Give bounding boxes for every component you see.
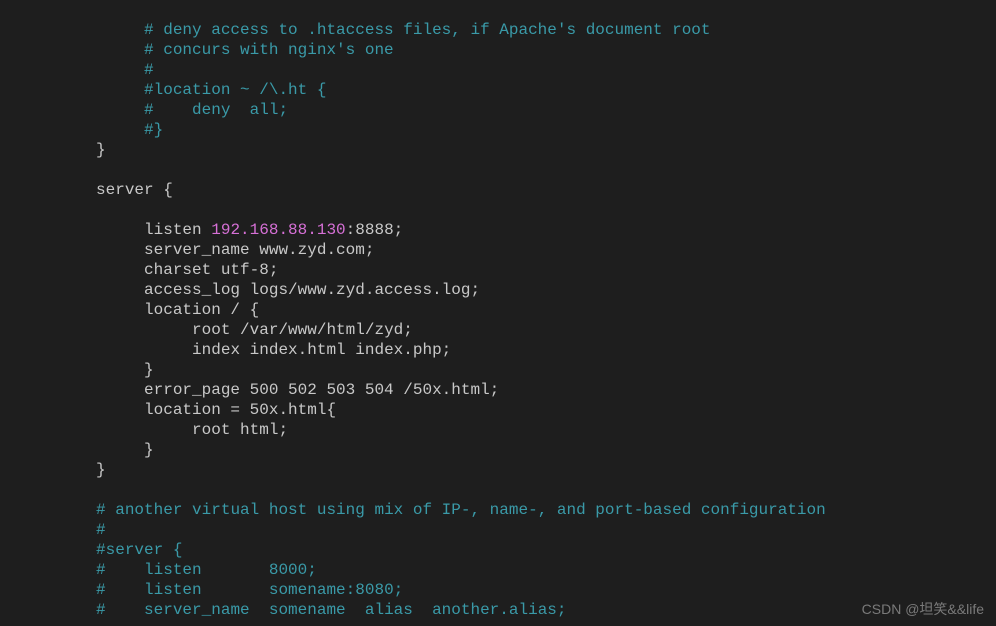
indent bbox=[48, 141, 96, 159]
code-line: # deny all; bbox=[48, 100, 996, 120]
indent bbox=[48, 101, 144, 119]
code-line bbox=[48, 160, 996, 180]
indent bbox=[48, 181, 96, 199]
code-token: location / { bbox=[144, 301, 259, 319]
code-line: listen 192.168.88.130:8888; bbox=[48, 220, 996, 240]
code-line: } bbox=[48, 460, 996, 480]
code-token: # deny access to .htaccess files, if Apa… bbox=[144, 21, 711, 39]
code-line: location / { bbox=[48, 300, 996, 320]
code-token: # bbox=[144, 61, 154, 79]
code-line: # bbox=[48, 60, 996, 80]
indent bbox=[48, 581, 96, 599]
code-line: #server { bbox=[48, 540, 996, 560]
code-token: #server { bbox=[96, 541, 182, 559]
code-line: # deny access to .htaccess files, if Apa… bbox=[48, 20, 996, 40]
code-line: } bbox=[48, 440, 996, 460]
code-token: } bbox=[96, 461, 106, 479]
indent bbox=[48, 301, 144, 319]
code-token: #location ~ /\.ht { bbox=[144, 81, 326, 99]
code-line: } bbox=[48, 360, 996, 380]
indent bbox=[48, 541, 96, 559]
code-line: charset utf-8; bbox=[48, 260, 996, 280]
indent bbox=[48, 61, 144, 79]
code-token: 192.168.88.130 bbox=[211, 221, 345, 239]
code-token: } bbox=[144, 441, 154, 459]
code-token: index index.html index.php; bbox=[192, 341, 451, 359]
code-token: #} bbox=[144, 121, 163, 139]
indent bbox=[48, 461, 96, 479]
indent bbox=[48, 321, 192, 339]
code-line bbox=[48, 480, 996, 500]
indent bbox=[48, 421, 192, 439]
code-token: root html; bbox=[192, 421, 288, 439]
code-token: access_log logs/www.zyd.access.log; bbox=[144, 281, 480, 299]
code-line: location = 50x.html{ bbox=[48, 400, 996, 420]
watermark-label: CSDN @坦笑&&life bbox=[862, 601, 984, 619]
code-line: # server_name somename alias another.ali… bbox=[48, 600, 996, 620]
code-token: charset utf-8; bbox=[144, 261, 278, 279]
code-token: server { bbox=[96, 181, 173, 199]
code-line: # bbox=[48, 520, 996, 540]
indent bbox=[48, 221, 144, 239]
code-line: server_name www.zyd.com; bbox=[48, 240, 996, 260]
code-line: error_page 500 502 503 504 /50x.html; bbox=[48, 380, 996, 400]
indent bbox=[48, 281, 144, 299]
indent bbox=[48, 381, 144, 399]
indent bbox=[48, 361, 144, 379]
code-line: # listen somename:8080; bbox=[48, 580, 996, 600]
code-line: # listen 8000; bbox=[48, 560, 996, 580]
code-line: root html; bbox=[48, 420, 996, 440]
code-line: } bbox=[48, 140, 996, 160]
code-token: # another virtual host using mix of IP-,… bbox=[96, 501, 826, 519]
code-token: root /var/www/html/zyd; bbox=[192, 321, 413, 339]
indent bbox=[48, 21, 144, 39]
indent bbox=[48, 261, 144, 279]
code-token: } bbox=[144, 361, 154, 379]
code-token: :8888; bbox=[346, 221, 404, 239]
code-line: server { bbox=[48, 180, 996, 200]
code-token: error_page 500 502 503 504 /50x.html; bbox=[144, 381, 499, 399]
code-token: # concurs with nginx's one bbox=[144, 41, 394, 59]
code-line: index index.html index.php; bbox=[48, 340, 996, 360]
indent bbox=[48, 561, 96, 579]
code-token: # listen somename:8080; bbox=[96, 581, 403, 599]
code-line: #} bbox=[48, 120, 996, 140]
indent bbox=[48, 41, 144, 59]
indent bbox=[48, 441, 144, 459]
indent bbox=[48, 241, 144, 259]
code-line bbox=[48, 200, 996, 220]
code-token: # bbox=[96, 521, 106, 539]
code-token: # deny all; bbox=[144, 101, 288, 119]
code-line: # concurs with nginx's one bbox=[48, 40, 996, 60]
code-line: root /var/www/html/zyd; bbox=[48, 320, 996, 340]
code-token: listen bbox=[144, 221, 211, 239]
indent bbox=[48, 401, 144, 419]
code-token: server_name www.zyd.com; bbox=[144, 241, 374, 259]
indent bbox=[48, 81, 144, 99]
code-token: location = 50x.html{ bbox=[144, 401, 336, 419]
indent bbox=[48, 601, 96, 619]
code-token: } bbox=[96, 141, 106, 159]
code-token: # server_name somename alias another.ali… bbox=[96, 601, 566, 619]
indent bbox=[48, 121, 144, 139]
indent bbox=[48, 341, 192, 359]
code-line: # another virtual host using mix of IP-,… bbox=[48, 500, 996, 520]
indent bbox=[48, 521, 96, 539]
indent bbox=[48, 501, 96, 519]
code-editor-content: # deny access to .htaccess files, if Apa… bbox=[0, 20, 996, 620]
code-line: #location ~ /\.ht { bbox=[48, 80, 996, 100]
code-token: # listen 8000; bbox=[96, 561, 317, 579]
code-line: access_log logs/www.zyd.access.log; bbox=[48, 280, 996, 300]
